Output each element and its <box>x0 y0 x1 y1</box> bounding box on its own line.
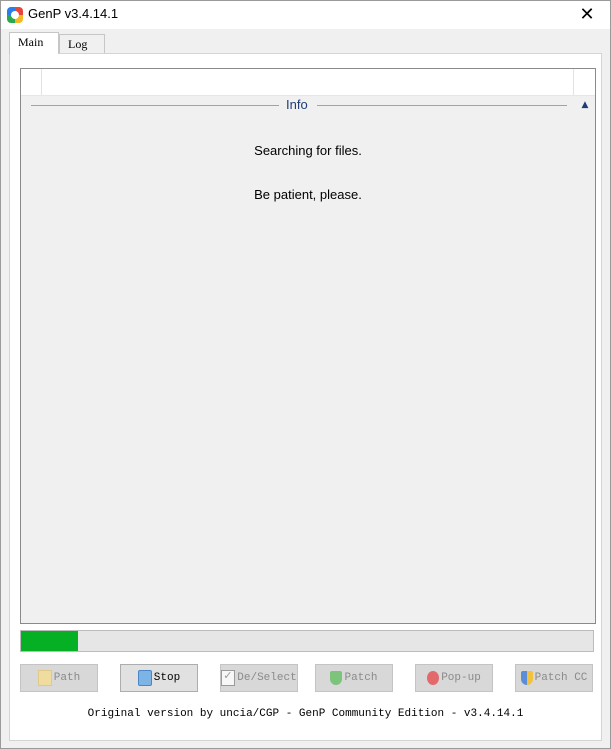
deselect-button[interactable]: De/Select <box>220 664 298 692</box>
tab-bar: Main Log <box>9 32 603 54</box>
file-list-strip <box>21 69 595 96</box>
close-button[interactable]: ✕ <box>564 1 610 29</box>
status-hint: Be patient, please. <box>254 187 362 202</box>
tab-log[interactable]: Log <box>59 34 105 53</box>
path-button[interactable]: Path <box>20 664 98 692</box>
stop-icon <box>137 670 152 686</box>
app-window: GenP v3.4.14.1 ✕ Main Log Info ▲ Searchi… <box>0 0 611 749</box>
info-header: Info <box>31 97 587 113</box>
patch-button-label: Patch <box>344 672 378 684</box>
popup-button-label: Pop-up <box>441 672 481 684</box>
info-header-label: Info <box>286 97 308 112</box>
footer-credits: Original version by uncia/CGP - GenP Com… <box>87 708 524 720</box>
window-title: GenP v3.4.14.1 <box>28 6 119 21</box>
main-tab-panel: Info ▲ Searching for files. Be patient, … <box>9 53 602 741</box>
stop-button[interactable]: Stop <box>120 664 198 692</box>
stop-button-label: Stop <box>153 672 181 684</box>
progress-bar <box>20 630 594 652</box>
title-bar: GenP v3.4.14.1 ✕ <box>1 1 610 29</box>
path-button-label: Path <box>53 672 81 684</box>
folder-icon <box>37 670 52 686</box>
collapse-chevron-icon[interactable]: ▲ <box>578 98 592 112</box>
info-panel: Info ▲ Searching for files. Be patient, … <box>20 68 596 624</box>
shield-icon <box>520 671 533 685</box>
shield-x-icon <box>427 671 440 685</box>
checkbox-icon <box>221 669 236 686</box>
patch-cc-button-label: Patch CC <box>534 672 588 684</box>
tab-main[interactable]: Main <box>9 32 59 54</box>
deselect-button-label: De/Select <box>237 672 297 684</box>
patch-button[interactable]: Patch <box>315 664 393 692</box>
progress-fill <box>21 631 79 651</box>
shield-check-icon <box>330 671 343 685</box>
app-logo-icon <box>7 7 23 23</box>
status-message: Searching for files. <box>254 143 362 158</box>
popup-button[interactable]: Pop-up <box>415 664 493 692</box>
patch-cc-button[interactable]: Patch CC <box>515 664 593 692</box>
